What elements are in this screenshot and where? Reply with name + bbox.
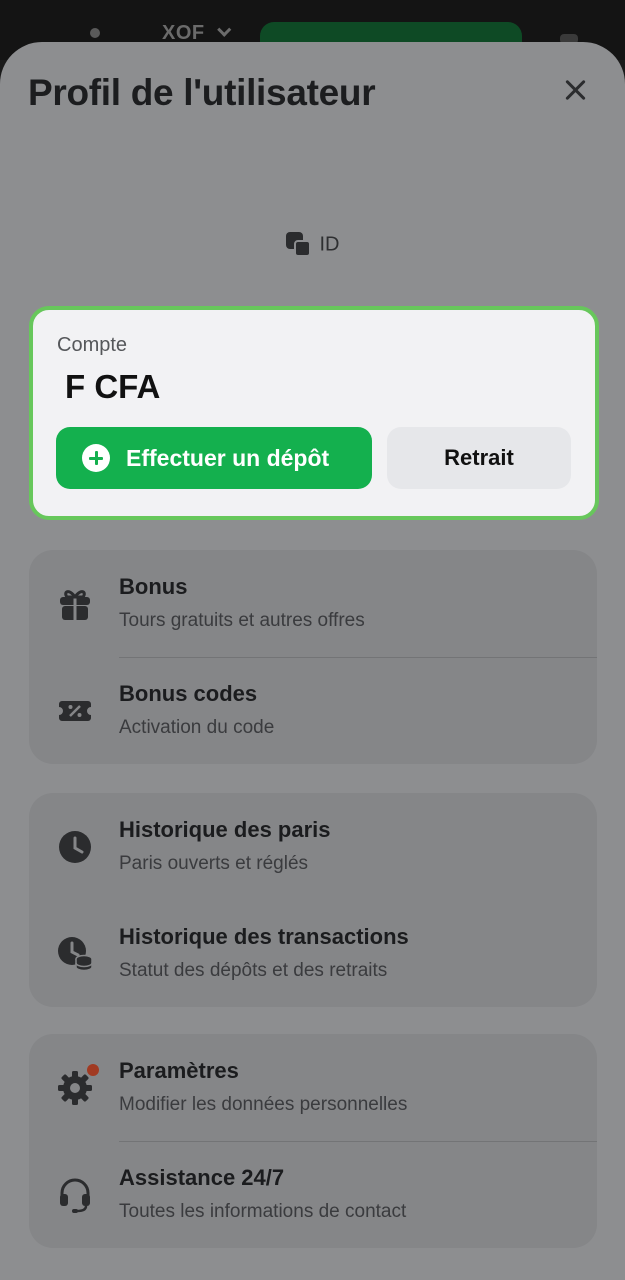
menu-item-label: Historique des paris bbox=[119, 817, 331, 842]
account-balance: F CFA bbox=[65, 368, 161, 405]
menu-group-bonus: Bonus Tours gratuits et autres offres Bo… bbox=[29, 550, 597, 764]
menu-group-history: Historique des paris Paris ouverts et ré… bbox=[29, 793, 597, 1007]
menu-item-sublabel: Statut des dépôts et des retraits bbox=[119, 960, 388, 981]
menu-item-sublabel: Tours gratuits et autres offres bbox=[119, 610, 365, 631]
account-card: Compte F CFA Effectuer un dépôt Retrait bbox=[29, 306, 599, 520]
menu-item-bonus[interactable]: Bonus Tours gratuits et autres offres bbox=[29, 550, 597, 657]
menu-group-settings: Paramètres Modifier les données personne… bbox=[29, 1034, 597, 1248]
deposit-button-label: Effectuer un dépôt bbox=[126, 444, 330, 471]
close-icon[interactable] bbox=[560, 74, 592, 106]
menu-item-label: Historique des transactions bbox=[119, 924, 409, 949]
clock-coins-icon bbox=[58, 937, 93, 972]
menu-item-bonus-codes[interactable]: Bonus codes Activation du code bbox=[29, 657, 597, 764]
account-label: Compte bbox=[57, 334, 128, 356]
menu-item-label: Bonus codes bbox=[119, 681, 258, 706]
menu-dot-icon bbox=[90, 28, 100, 38]
menu-item-label: Paramètres bbox=[119, 1058, 239, 1083]
menu-item-bet-history[interactable]: Historique des paris Paris ouverts et ré… bbox=[29, 793, 597, 900]
withdraw-button[interactable]: Retrait bbox=[387, 427, 571, 489]
gear-icon bbox=[58, 1071, 92, 1105]
menu-item-support[interactable]: Assistance 24/7 Toutes les informations … bbox=[29, 1141, 597, 1248]
menu-item-settings[interactable]: Paramètres Modifier les données personne… bbox=[29, 1034, 597, 1141]
page-title: Profil de l'utilisateur bbox=[28, 72, 376, 113]
withdraw-button-label: Retrait bbox=[444, 445, 514, 470]
clock-icon bbox=[59, 831, 91, 863]
menu-item-sublabel: Paris ouverts et réglés bbox=[119, 853, 309, 874]
currency-label: XOF bbox=[162, 22, 205, 44]
copy-icon[interactable] bbox=[285, 232, 312, 258]
user-id-row[interactable]: ID bbox=[0, 232, 625, 258]
user-id-label: ID bbox=[319, 233, 340, 256]
menu-item-sublabel: Toutes les informations de contact bbox=[119, 1201, 407, 1222]
menu-item-sublabel: Modifier les données personnelles bbox=[119, 1094, 408, 1115]
menu-item-transaction-history[interactable]: Historique des transactions Statut des d… bbox=[29, 900, 597, 1007]
chevron-down-icon bbox=[216, 22, 231, 37]
notification-dot bbox=[87, 1064, 99, 1076]
menu-item-label: Bonus bbox=[119, 574, 188, 599]
gift-icon bbox=[60, 590, 90, 620]
menu-item-sublabel: Activation du code bbox=[119, 717, 275, 738]
profile-sheet: Profil de l'utilisateur ID Compte F CFA … bbox=[0, 42, 625, 1280]
headset-icon bbox=[60, 1178, 90, 1213]
deposit-button[interactable]: Effectuer un dépôt bbox=[56, 427, 372, 489]
menu-item-label: Assistance 24/7 bbox=[119, 1165, 285, 1190]
coupon-icon bbox=[59, 701, 91, 721]
plus-circle-icon bbox=[82, 444, 110, 472]
